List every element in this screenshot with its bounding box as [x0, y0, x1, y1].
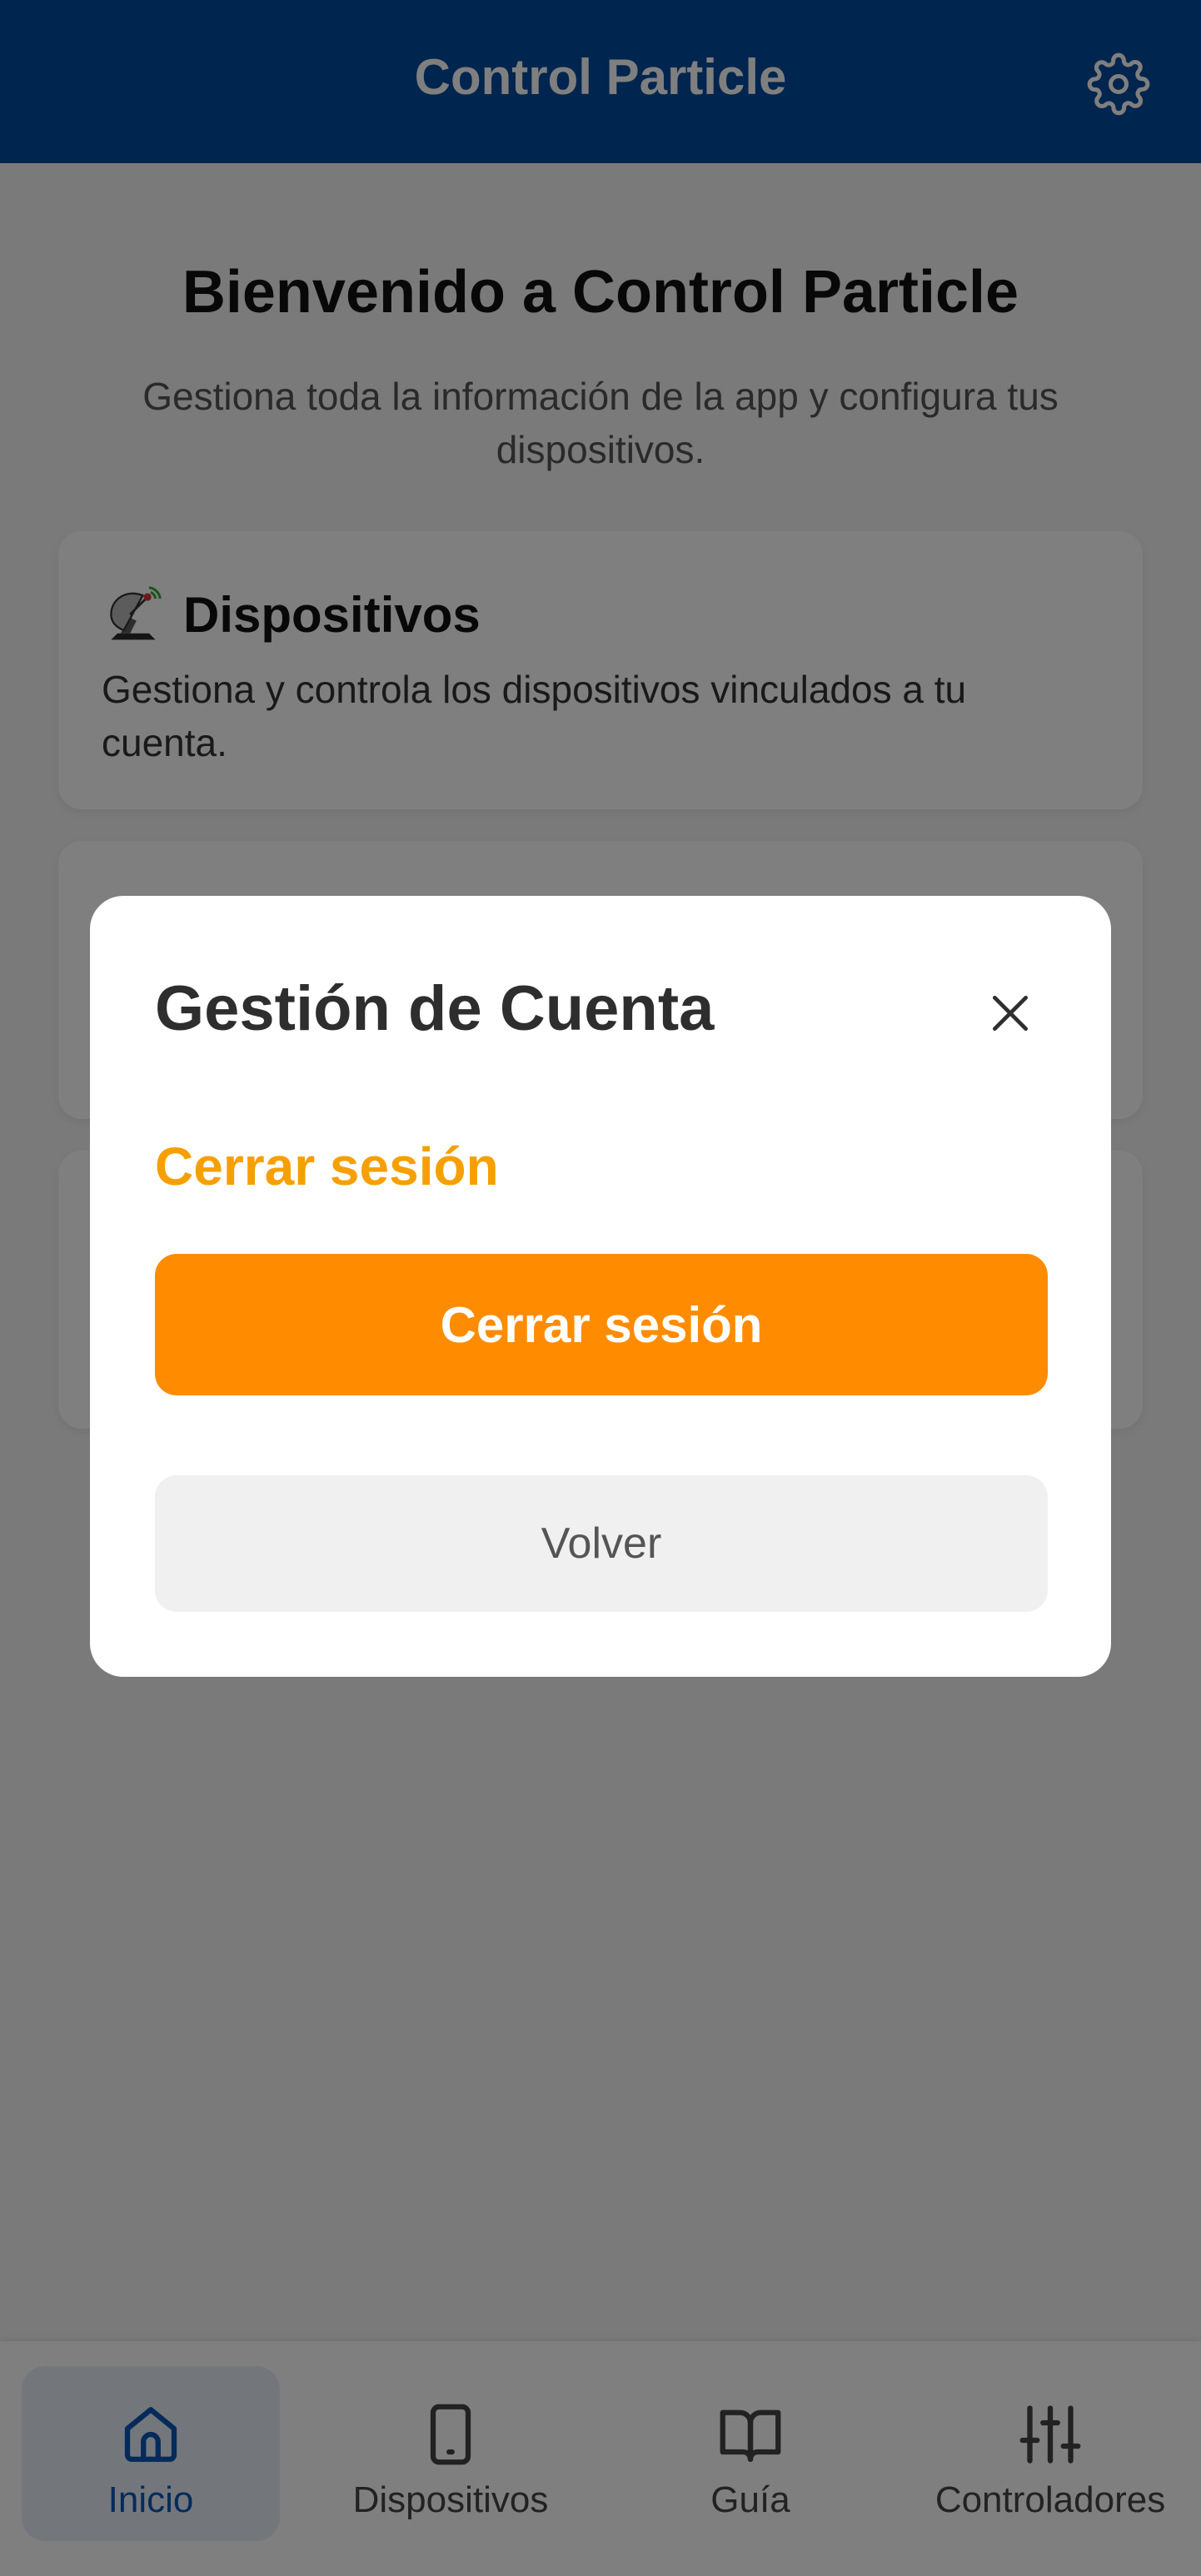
close-button[interactable]	[973, 976, 1048, 1051]
account-modal: Gestión de Cuenta Cerrar sesión Cerrar s…	[90, 896, 1111, 1677]
close-icon	[993, 996, 1028, 1031]
back-button[interactable]: Volver	[155, 1475, 1048, 1612]
logout-section-title: Cerrar sesión	[155, 1136, 499, 1196]
modal-title: Gestión de Cuenta	[155, 973, 715, 1044]
logout-button[interactable]: Cerrar sesión	[155, 1254, 1048, 1395]
